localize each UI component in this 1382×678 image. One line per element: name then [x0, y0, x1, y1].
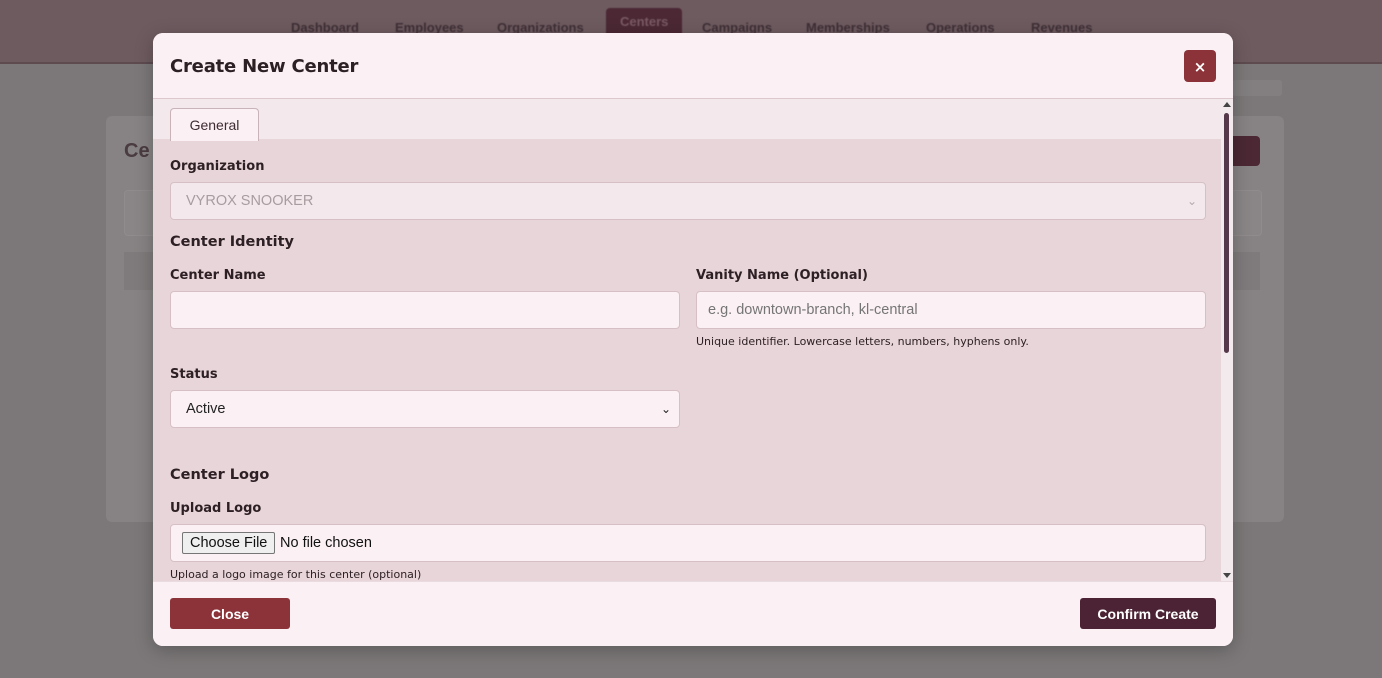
- close-button[interactable]: Close: [170, 598, 290, 629]
- status-label: Status: [170, 367, 218, 382]
- vanity-name-placeholder: e.g. downtown-branch, kl-central: [708, 302, 918, 318]
- modal-scrollbar[interactable]: [1221, 99, 1233, 581]
- modal-title: Create New Center: [170, 56, 359, 77]
- background-page-title: Ce: [124, 140, 150, 162]
- vanity-name-hint: Unique identifier. Lowercase letters, nu…: [696, 335, 1029, 348]
- tab-general[interactable]: General: [170, 108, 259, 141]
- vanity-name-label: Vanity Name (Optional): [696, 268, 868, 283]
- tab-strip: General: [153, 99, 1221, 141]
- choose-file-button[interactable]: Choose File: [182, 532, 276, 554]
- organization-select[interactable]: VYROX SNOOKER ⌄: [170, 182, 1206, 220]
- center-name-input[interactable]: [170, 291, 680, 329]
- vanity-name-input[interactable]: e.g. downtown-branch, kl-central: [696, 291, 1206, 329]
- chevron-down-icon: ⌄: [660, 402, 671, 416]
- organization-value: VYROX SNOOKER: [186, 193, 314, 209]
- scroll-up-arrow-icon[interactable]: [1223, 102, 1231, 107]
- upload-logo-label: Upload Logo: [170, 501, 262, 516]
- scroll-down-arrow-icon[interactable]: [1223, 573, 1231, 578]
- confirm-create-button[interactable]: Confirm Create: [1080, 598, 1216, 629]
- file-status-text: No file chosen: [280, 535, 372, 551]
- status-select[interactable]: Active ⌄: [170, 390, 680, 428]
- modal-footer: Close Confirm Create: [153, 581, 1233, 646]
- modal-header: Create New Center ×: [153, 33, 1233, 99]
- scrollbar-thumb[interactable]: [1224, 113, 1229, 353]
- modal-body: General Organization VYROX SNOOKER ⌄ Cen…: [153, 99, 1233, 581]
- center-identity-heading: Center Identity: [170, 234, 294, 250]
- center-name-label: Center Name: [170, 268, 266, 283]
- status-value: Active: [186, 401, 226, 417]
- chevron-down-icon: ⌄: [1186, 194, 1197, 208]
- center-logo-heading: Center Logo: [170, 467, 270, 483]
- upload-logo-hint: Upload a logo image for this center (opt…: [170, 568, 422, 581]
- create-center-modal: Create New Center × General Organization…: [153, 33, 1233, 646]
- organization-label: Organization: [170, 159, 265, 174]
- logo-file-input[interactable]: Choose File No file chosen: [170, 524, 1206, 562]
- background-user-chip: [1232, 80, 1282, 96]
- close-icon[interactable]: ×: [1184, 50, 1216, 82]
